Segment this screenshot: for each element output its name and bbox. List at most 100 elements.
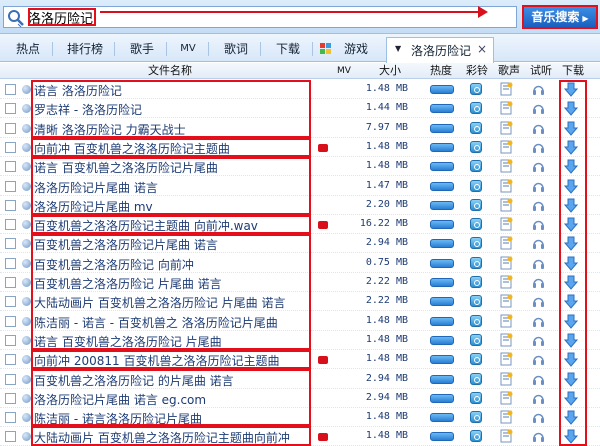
download-arrow-icon[interactable] (564, 256, 578, 271)
tab-games[interactable]: 游戏 (338, 38, 374, 60)
song-name-link[interactable]: 清晰 洛洛历险记 力霸天战士 (34, 121, 186, 138)
table-row[interactable]: 陈洁丽 - 诺言 - 百变机兽之 洛洛历险记片尾曲 1.48 MB (0, 312, 600, 331)
column-header-size[interactable]: 大小 (370, 64, 410, 78)
table-row[interactable]: 百变机兽之洛洛历险记 的片尾曲 诺言 2.94 MB (0, 370, 600, 389)
row-checkbox[interactable] (5, 257, 16, 269)
download-arrow-icon[interactable] (564, 391, 578, 406)
row-checkbox[interactable] (5, 122, 16, 134)
headphones-icon[interactable] (532, 411, 545, 424)
ringtone-icon[interactable] (470, 430, 482, 443)
download-arrow-icon[interactable] (564, 372, 578, 387)
song-name-link[interactable]: 百变机兽之洛洛历险记主题曲 向前冲.wav (34, 217, 258, 234)
table-row[interactable]: 向前冲 200811 百变机兽之洛洛历险记主题曲 1.48 MB (0, 350, 600, 370)
ringtone-icon[interactable] (470, 140, 482, 153)
song-name-link[interactable]: 罗志祥 - 洛洛历险记 (34, 101, 142, 118)
column-header-listen[interactable]: 试听 (526, 64, 556, 78)
ringtone-icon[interactable] (470, 102, 482, 115)
ringtone-icon[interactable] (470, 121, 482, 134)
headphones-icon[interactable] (532, 334, 545, 347)
tab-hot[interactable]: 热点 (8, 38, 48, 60)
download-arrow-icon[interactable] (564, 82, 578, 97)
lyric-icon[interactable] (500, 410, 513, 424)
song-name-link[interactable]: 向前冲 200811 百变机兽之洛洛历险记主题曲 (34, 352, 279, 369)
table-row[interactable]: 百变机兽之洛洛历险记 向前冲 0.75 MB (0, 254, 600, 273)
headphones-icon[interactable] (532, 315, 545, 328)
song-name-link[interactable]: 百变机兽之洛洛历险记片尾曲 诺言 (34, 236, 218, 253)
song-name-link[interactable]: 百变机兽之洛洛历险记 片尾曲 诺言 (34, 275, 222, 292)
download-arrow-icon[interactable] (564, 352, 578, 367)
tab-search-result[interactable]: ▼ 洛洛历险记 × (386, 37, 494, 63)
lyric-icon[interactable] (500, 372, 513, 386)
mv-icon[interactable] (318, 221, 328, 230)
lyric-icon[interactable] (500, 198, 513, 212)
download-arrow-icon[interactable] (564, 294, 578, 310)
row-checkbox[interactable] (5, 277, 16, 288)
song-name-link[interactable]: 向前冲 百变机兽之洛洛历险记主题曲 (34, 140, 230, 157)
row-checkbox[interactable] (5, 412, 16, 424)
song-name-link[interactable]: 洛洛历险记片尾曲 诺言 (34, 179, 158, 196)
lyric-icon[interactable] (500, 236, 513, 250)
mv-icon[interactable] (318, 143, 328, 152)
song-name-link[interactable]: 陈洁丽 - 诺言 - 百变机兽之 洛洛历险记片尾曲 (34, 314, 278, 331)
download-arrow-icon[interactable] (564, 179, 578, 194)
music-search-button[interactable]: 音乐搜索 ▶ (522, 5, 598, 29)
close-icon[interactable]: × (477, 42, 487, 56)
download-arrow-icon[interactable] (564, 159, 578, 174)
column-header-mv[interactable]: MV (332, 64, 356, 78)
ringtone-icon[interactable] (470, 160, 482, 173)
lyric-icon[interactable] (500, 159, 513, 173)
row-checkbox[interactable] (5, 84, 16, 95)
table-row[interactable]: 向前冲 百变机兽之洛洛历险记主题曲 1.48 MB (0, 138, 600, 157)
headphones-icon[interactable] (532, 430, 545, 443)
download-arrow-icon[interactable] (564, 101, 578, 117)
table-row[interactable]: 百变机兽之洛洛历险记 片尾曲 诺言 2.22 MB (0, 273, 600, 292)
download-arrow-icon[interactable] (564, 140, 578, 155)
ringtone-icon[interactable] (470, 295, 482, 308)
song-name-link[interactable]: 陈洁丽 - 诺言洛洛历险记片尾曲 (34, 410, 202, 427)
ringtone-icon[interactable] (470, 391, 482, 404)
ringtone-icon[interactable] (470, 333, 482, 346)
ringtone-icon[interactable] (470, 353, 482, 366)
headphones-icon[interactable] (532, 160, 545, 173)
song-name-link[interactable]: 大陆动画片 百变机兽之洛洛历险记主题曲向前冲 (34, 429, 290, 446)
table-row[interactable]: 诺言 百变机兽之洛洛历险记片尾曲 1.48 MB (0, 157, 600, 177)
headphones-icon[interactable] (532, 237, 545, 250)
tab-singers[interactable]: 歌手 (122, 38, 162, 60)
lyric-icon[interactable] (500, 314, 513, 328)
song-name-link[interactable]: 百变机兽之洛洛历险记 向前冲 (34, 256, 194, 273)
tab-mv[interactable]: MV (172, 38, 204, 60)
headphones-icon[interactable] (532, 257, 545, 270)
row-checkbox[interactable] (5, 296, 16, 308)
lyric-icon[interactable] (500, 275, 513, 289)
ringtone-icon[interactable] (470, 198, 482, 211)
song-name-link[interactable]: 洛洛历险记片尾曲 mv (34, 198, 153, 215)
row-checkbox[interactable] (5, 161, 16, 173)
row-checkbox[interactable] (5, 373, 16, 385)
headphones-icon[interactable] (532, 122, 545, 135)
headphones-icon[interactable] (532, 141, 545, 154)
row-checkbox[interactable] (5, 392, 16, 404)
table-row[interactable]: 百变机兽之洛洛历险记片尾曲 诺言 2.94 MB (0, 234, 600, 254)
song-name-link[interactable]: 诺言 百变机兽之洛洛历险记片尾曲 (34, 159, 218, 176)
column-header-download[interactable]: 下载 (558, 64, 588, 78)
download-arrow-icon[interactable] (564, 429, 578, 445)
headphones-icon[interactable] (532, 276, 545, 289)
row-checkbox[interactable] (5, 354, 16, 366)
lyric-icon[interactable] (500, 101, 513, 115)
headphones-icon[interactable] (532, 83, 545, 96)
ringtone-icon[interactable] (470, 276, 482, 288)
column-header-popularity[interactable]: 热度 (424, 64, 458, 78)
table-row[interactable]: 洛洛历险记片尾曲 诺言 eg.com 2.94 MB (0, 389, 600, 408)
row-checkbox[interactable] (5, 315, 16, 327)
table-row[interactable]: 大陆动画片 百变机兽之洛洛历险记 片尾曲 诺言 2.22 MB (0, 292, 600, 312)
lyric-icon[interactable] (500, 352, 513, 366)
download-arrow-icon[interactable] (564, 121, 578, 136)
tab-lyrics[interactable]: 歌词 (216, 38, 256, 60)
download-arrow-icon[interactable] (564, 236, 578, 252)
download-arrow-icon[interactable] (564, 314, 578, 329)
row-checkbox[interactable] (5, 103, 16, 115)
table-row[interactable]: 诺言 洛洛历险记 1.48 MB (0, 80, 600, 99)
lyric-icon[interactable] (500, 333, 513, 347)
lyric-icon[interactable] (500, 82, 513, 96)
download-arrow-icon[interactable] (564, 333, 578, 348)
